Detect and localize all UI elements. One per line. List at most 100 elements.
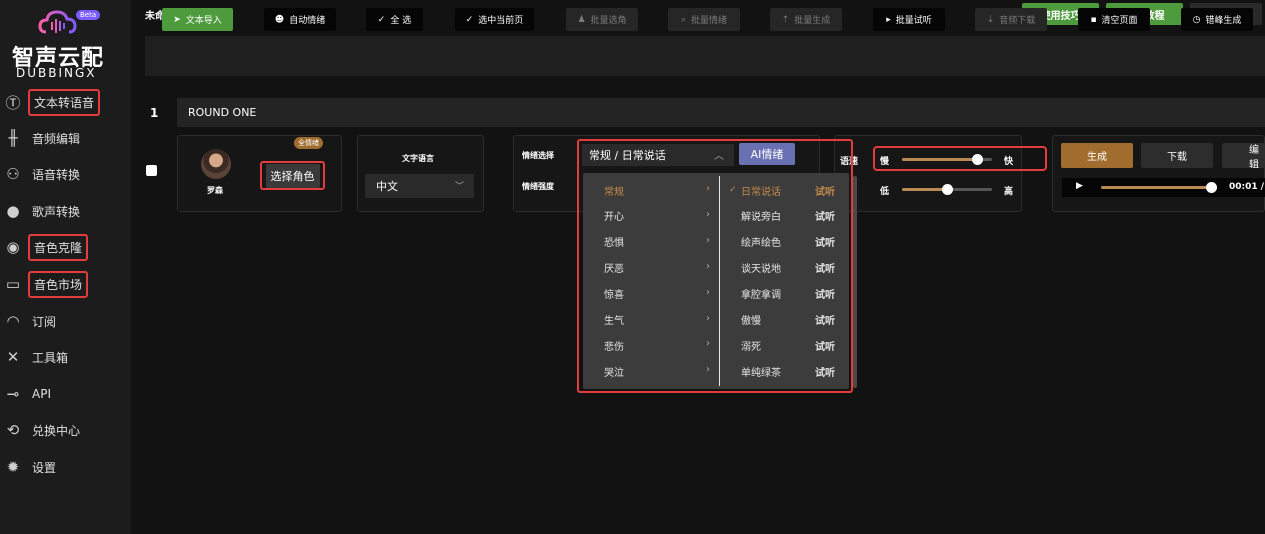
chevron-right-icon: › [706,286,710,298]
emotion-style-item[interactable]: 傲慢 试听 [721,307,849,333]
language-select[interactable]: 中文 ﹀ [365,174,474,198]
emotion-select[interactable]: 常规 / 日常说话 ︿ [582,144,734,166]
batch-role-button[interactable]: ♟ 批量选角 [566,8,638,31]
sidebar: Beta 智声云配 DUBBINGX Ⓣ 文本转语音 ╫ 音频编辑 ⚇ 语音转换 ● 歌声转换… [0,0,131,534]
auto-emotion-label: 自动情绪 [289,16,326,26]
slow-label: 慢 [880,157,890,167]
ai-emotion-button[interactable]: AI情绪 [739,143,795,165]
play-icon[interactable]: ▶ [1076,181,1083,191]
try-listen-button[interactable]: 试听 [815,312,835,327]
voice-clone-icon: ◉ [6,238,20,256]
chevron-up-icon: ︿ [714,151,724,162]
emotion-menu-scrollbar[interactable] [853,176,857,388]
emotion-style-item[interactable]: 溺死 试听 [721,332,849,358]
clock-icon: ◷ [1192,14,1201,25]
emotion-style-item[interactable]: 绘声绘色 试听 [721,229,849,255]
batch-listen-button[interactable]: ▸ 批量试听 [873,8,945,31]
edit-button[interactable]: 编辑 [1222,143,1265,168]
sidebar-item-label: 订阅 [32,314,57,329]
sidebar-item-label: 兑换中心 [32,423,81,438]
try-listen-button[interactable]: 试听 [815,364,835,379]
emotion-category-item[interactable]: 惊喜 › [583,281,719,307]
sidebar-item-label: API [32,387,51,401]
batch-listen-label: 批量试听 [895,16,932,26]
emotion-category-label: 恐惧 [604,238,624,250]
try-listen-button[interactable]: 试听 [815,183,835,198]
high-label: 高 [1004,187,1014,197]
emotion-category-item[interactable]: 生气 › [583,307,719,333]
sidebar-item-9[interactable]: ⟲ 兑换中心 [0,416,131,444]
audio-download-button[interactable]: ⇣ 音频下载 [975,8,1047,31]
sidebar-item-7[interactable]: ✕ 工具箱 [0,343,131,371]
emotion-category-label: 哭泣 [604,367,624,379]
chevron-right-icon: › [706,260,710,272]
sidebar-item-1[interactable]: ╫ 音频编辑 [0,124,131,152]
select-all-label: 全 选 [390,16,412,26]
microphone-icon: ● [6,202,20,220]
sidebar-item-label: 歌声转换 [32,204,81,219]
batch-generate-button[interactable]: ⇡ 批量生成 [770,8,842,31]
rss-icon: ◠ [6,312,20,330]
try-listen-button[interactable]: 试听 [815,286,835,301]
sidebar-item-8[interactable]: ⊸ API [0,380,131,408]
sidebar-item-10[interactable]: ✹ 设置 [0,453,131,481]
sidebar-item-0[interactable]: Ⓣ 文本转语音 [0,88,131,116]
emotion-category-item[interactable]: 哭泣 › [583,358,719,384]
emotion-style-item[interactable]: ✓ 日常说话 试听 [721,177,849,203]
emotion-category-item[interactable]: 常规 › [583,177,719,203]
sidebar-item-label: 音频编辑 [32,131,81,146]
peak-generate-button[interactable]: ◷ 错峰生成 [1181,8,1253,31]
emotion-category-item[interactable]: 厌恶 › [583,255,719,281]
download-icon: ⇣ [986,14,995,25]
row-checkbox[interactable] [146,165,157,176]
sidebar-item-6[interactable]: ◠ 订阅 [0,307,131,335]
download-button[interactable]: 下载 [1141,143,1213,168]
emotion-style-item[interactable]: 谈天说地 试听 [721,255,849,281]
sidebar-item-4[interactable]: ◉ 音色克隆 [0,233,131,261]
try-listen-button[interactable]: 试听 [815,260,835,275]
select-page-button[interactable]: ✓ 选中当前页 [455,8,534,31]
role-name: 罗森 [207,186,223,195]
check-icon: ✓ [377,14,386,25]
try-listen-button[interactable]: 试听 [815,208,835,223]
batch-emotion-button[interactable]: ⌕ 批量情绪 [668,8,740,31]
emotion-style-item[interactable]: 拿腔拿调 试听 [721,281,849,307]
beta-badge: Beta [76,10,101,20]
emotion-badge: 全情绪 [294,137,323,149]
trash-icon: ▪ [1090,14,1097,25]
playback-knob[interactable] [1206,182,1217,193]
sidebar-item-3[interactable]: ● 歌声转换 [0,197,131,225]
speed-slider-knob[interactable] [972,154,983,165]
sidebar-item-label: 语音转换 [32,167,81,182]
emotion-category-item[interactable]: 开心 › [583,203,719,229]
generate-button[interactable]: 生成 [1061,143,1133,168]
select-page-label: 选中当前页 [478,16,524,26]
avatar[interactable] [201,149,231,179]
emotion-style-label: 绘声绘色 [741,238,781,250]
smile-icon: ☻ [274,14,285,25]
sidebar-item-5[interactable]: ▭ 音色市场 [0,270,131,298]
chevron-right-icon: › [706,234,710,246]
sidebar-item-2[interactable]: ⚇ 语音转换 [0,160,131,188]
emotion-style-label: 傲慢 [741,316,761,327]
app-name-en: DUBBINGX [16,66,97,80]
try-listen-button[interactable]: 试听 [815,338,835,353]
select-all-button[interactable]: ✓ 全 选 [366,8,423,31]
emotion-style-item[interactable]: 解说旁白 试听 [721,203,849,229]
emotion-style-item[interactable]: 单纯绿茶 试听 [721,358,849,384]
text-import-button[interactable]: ➤ 文本导入 [162,8,233,31]
row-number: 1 [150,106,159,120]
emotion-select-value: 常规 / 日常说话 [589,149,666,162]
clear-page-button[interactable]: ▪ 清空页面 [1078,8,1150,31]
round-title-bar: ROUND ONE [177,98,1265,127]
select-role-button[interactable]: 选择角色 [260,161,325,190]
fast-label: 快 [1004,157,1014,167]
language-value: 中文 [376,180,398,193]
pitch-slider-knob[interactable] [942,184,953,195]
try-listen-button[interactable]: 试听 [815,234,835,249]
key-icon: ⊸ [6,385,20,403]
tools-icon: ✕ [6,348,20,366]
emotion-category-item[interactable]: 悲伤 › [583,332,719,358]
emotion-category-item[interactable]: 恐惧 › [583,229,719,255]
auto-emotion-button[interactable]: ☻ 自动情绪 [264,8,336,31]
